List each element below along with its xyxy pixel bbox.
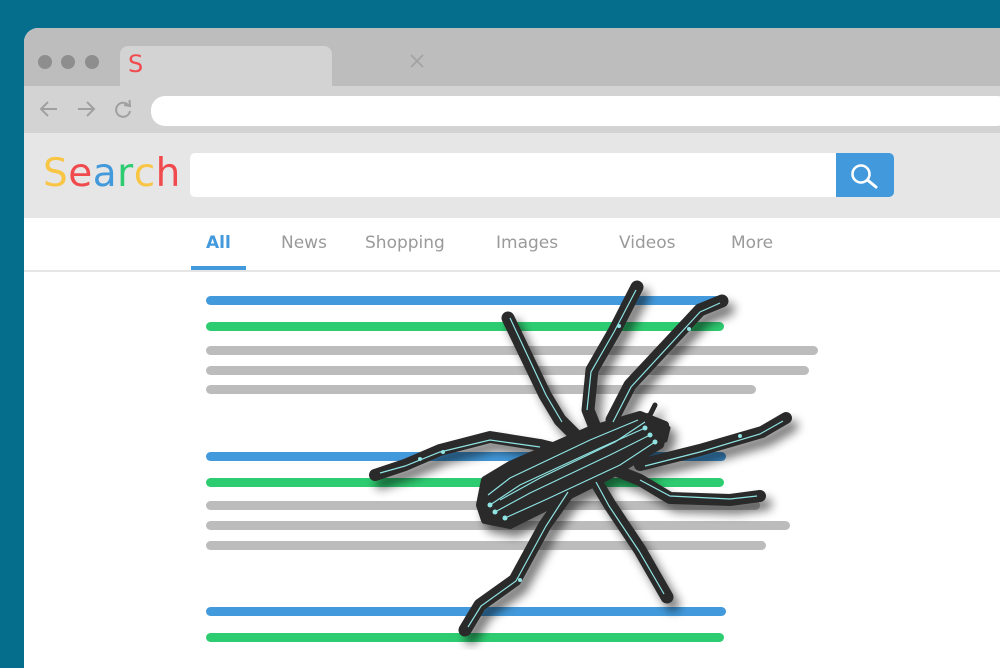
close-icon[interactable] — [408, 52, 426, 70]
browser-tab[interactable]: S — [120, 46, 332, 86]
window-control-dot[interactable] — [61, 55, 75, 69]
tab-videos[interactable]: Videos — [619, 233, 676, 253]
logo-letter: a — [92, 151, 118, 196]
tab-more[interactable]: More — [731, 233, 773, 253]
result-url-placeholder — [206, 478, 724, 487]
logo-letter: r — [117, 151, 134, 196]
tab-news[interactable]: News — [281, 233, 327, 253]
logo-letter: S — [43, 151, 69, 196]
address-bar[interactable] — [151, 96, 1000, 126]
reload-icon[interactable] — [112, 98, 134, 120]
tab-favicon: S — [128, 50, 144, 78]
tab-shopping[interactable]: Shopping — [365, 233, 445, 253]
tab-all[interactable]: All — [206, 233, 231, 253]
search-header: Search — [24, 133, 1000, 218]
result-snippet-placeholder — [206, 501, 760, 510]
search-button[interactable] — [836, 153, 894, 197]
result-title-placeholder[interactable] — [206, 452, 726, 461]
search-tabs: All News Shopping Images Videos More — [24, 218, 1000, 272]
result-snippet-placeholder — [206, 521, 790, 530]
logo-letter: h — [155, 151, 181, 196]
result-snippet-placeholder — [206, 541, 766, 550]
logo-letter: e — [68, 151, 93, 196]
tab-images[interactable]: Images — [496, 233, 558, 253]
result-snippet-placeholder — [206, 385, 756, 394]
search-icon — [851, 164, 878, 189]
result-snippet-placeholder — [206, 366, 809, 375]
window-control-dot[interactable] — [38, 55, 52, 69]
active-tab-indicator — [191, 266, 246, 270]
logo-letter: c — [133, 151, 156, 196]
back-arrow-icon[interactable] — [38, 98, 60, 120]
browser-window: S Search All News Shopping Images Videos… — [24, 28, 1000, 668]
tab-bar: S — [24, 28, 1000, 86]
result-title-placeholder[interactable] — [206, 296, 726, 305]
search-input[interactable] — [190, 153, 836, 197]
search-logo: Search — [43, 151, 181, 196]
window-control-dot[interactable] — [85, 55, 99, 69]
result-title-placeholder[interactable] — [206, 607, 726, 616]
result-url-placeholder — [206, 633, 724, 642]
result-url-placeholder — [206, 322, 724, 331]
navigation-bar — [24, 86, 1000, 133]
result-snippet-placeholder — [206, 346, 818, 355]
forward-arrow-icon[interactable] — [75, 98, 97, 120]
